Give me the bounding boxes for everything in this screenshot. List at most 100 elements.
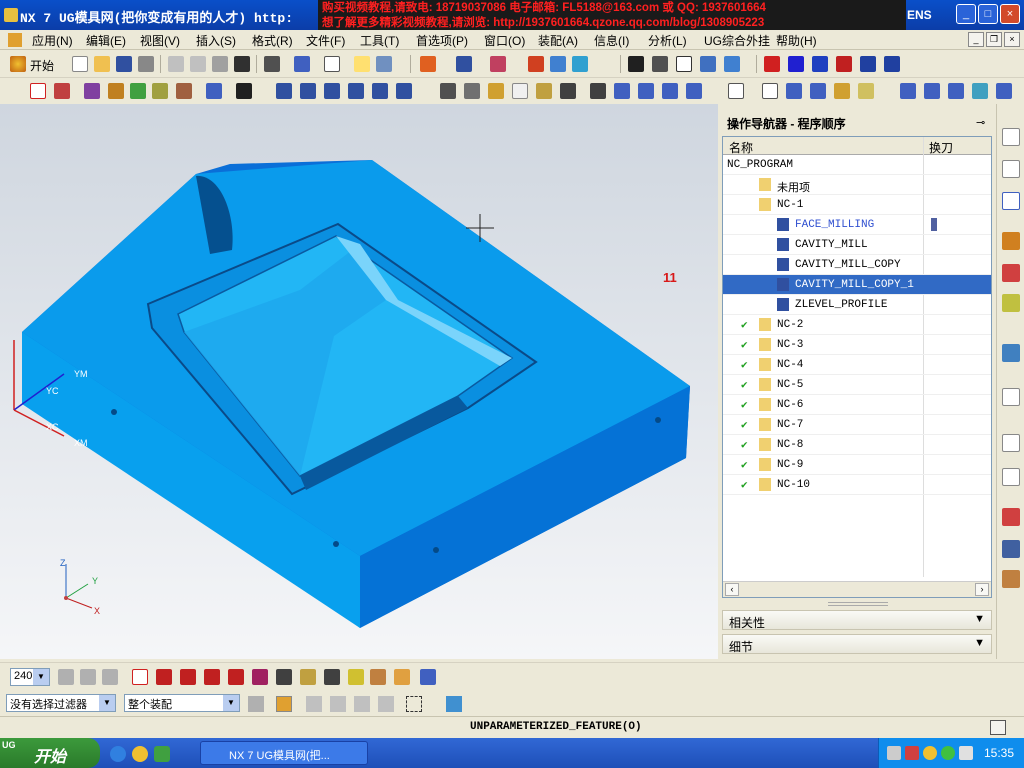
palette-icon[interactable]	[1002, 508, 1020, 526]
arrow-icon[interactable]	[306, 696, 322, 712]
help-icon[interactable]	[354, 56, 370, 72]
snap-center-icon[interactable]	[858, 83, 874, 99]
scroll-right-button[interactable]: ›	[975, 583, 989, 596]
view-4-icon[interactable]	[788, 56, 804, 72]
web-browser-icon[interactable]	[1002, 264, 1020, 282]
tree-row[interactable]: ✔ NC-3	[723, 335, 991, 355]
wcs-rotate-icon[interactable]	[180, 669, 196, 685]
feature-icon[interactable]	[560, 83, 576, 99]
section-icon[interactable]	[860, 56, 876, 72]
rect-select-icon[interactable]	[406, 696, 422, 712]
tray-volume-icon[interactable]	[959, 746, 973, 760]
mdi-minimize-button[interactable]: _	[968, 32, 984, 47]
delete-icon[interactable]	[234, 56, 250, 72]
report-icon[interactable]	[536, 83, 552, 99]
color-palette-icon[interactable]	[420, 56, 436, 72]
copy-operation-icon[interactable]	[300, 83, 316, 99]
measure-icon[interactable]	[528, 56, 544, 72]
column-header-name[interactable]: 名称	[729, 139, 753, 156]
edit-object-icon[interactable]	[420, 669, 436, 685]
paste-inside-icon[interactable]	[348, 83, 364, 99]
annotation-icon[interactable]	[394, 669, 410, 685]
layer-icon[interactable]	[376, 56, 392, 72]
chain-icon[interactable]	[354, 696, 370, 712]
shading-icon[interactable]	[550, 56, 566, 72]
menu-item-insert[interactable]: 插入(S)	[196, 32, 236, 49]
pin-icon[interactable]: ⊸	[976, 116, 985, 129]
view-rotate-icon[interactable]	[924, 83, 940, 99]
part-navigator-icon[interactable]	[1002, 160, 1020, 178]
dimension-icon[interactable]	[884, 56, 900, 72]
undo-icon[interactable]	[264, 56, 280, 72]
new-file-icon[interactable]	[72, 56, 88, 72]
taskbar-nx-window[interactable]: NX 7 UG模具网(把...	[200, 741, 368, 765]
geometry-icon[interactable]	[152, 83, 168, 99]
menu-item-help[interactable]: 帮助(H)	[776, 32, 817, 49]
link-icon[interactable]	[330, 696, 346, 712]
tray-network-icon[interactable]	[887, 746, 901, 760]
layer-settings-icon[interactable]	[58, 669, 74, 685]
save-icon[interactable]	[116, 56, 132, 72]
system-materials-icon[interactable]	[1002, 344, 1020, 362]
cylinder-icon[interactable]	[724, 56, 740, 72]
tree-row[interactable]: ✔ NC-10	[723, 475, 991, 495]
scroll-left-button[interactable]: ‹	[725, 583, 739, 596]
tree-row[interactable]: CAVITY_MILL	[723, 235, 991, 255]
render-icon[interactable]	[572, 56, 588, 72]
copy-icon[interactable]	[190, 56, 206, 72]
highlight-icon[interactable]	[348, 669, 364, 685]
assembly-navigator-icon[interactable]	[1002, 128, 1020, 146]
tree-row[interactable]: ✔ NC-7	[723, 415, 991, 435]
menu-item-window[interactable]: 窗口(O)	[484, 32, 525, 49]
method-view-icon[interactable]	[686, 83, 702, 99]
user-icon[interactable]	[1002, 570, 1020, 588]
snap-grid-icon[interactable]	[300, 669, 316, 685]
wcs-display-icon[interactable]	[252, 669, 268, 685]
menu-item-ug-plugin[interactable]: UG综合外挂	[704, 32, 770, 49]
view-n-icon[interactable]	[812, 56, 828, 72]
snap-point-icon[interactable]	[276, 696, 292, 712]
tree-row[interactable]: FACE_MILLING	[723, 215, 991, 235]
tray-update-icon[interactable]	[941, 746, 955, 760]
generate-toolpath-icon[interactable]	[30, 83, 46, 99]
information-icon[interactable]	[324, 56, 340, 72]
menu-item-edit[interactable]: 编辑(E)	[86, 32, 126, 49]
menu-item-format[interactable]: 格式(R)	[252, 32, 293, 49]
menu-item-assembly[interactable]: 装配(A)	[538, 32, 578, 49]
output-cls-icon[interactable]	[512, 83, 528, 99]
start-menu-label[interactable]: 开始	[30, 57, 54, 74]
roles-icon[interactable]	[1002, 468, 1020, 486]
tree-row[interactable]: 未用项	[723, 175, 991, 195]
program-view-icon[interactable]	[614, 83, 630, 99]
reuse-library-icon[interactable]	[1002, 232, 1020, 250]
tree-row[interactable]: ✔ NC-8	[723, 435, 991, 455]
view-orient-icon[interactable]	[996, 83, 1012, 99]
tool-view-icon[interactable]	[638, 83, 654, 99]
verify-toolpath-icon[interactable]	[54, 83, 70, 99]
splitter-grip[interactable]	[828, 602, 888, 606]
menu-item-apply[interactable]: 应用(N)	[32, 32, 73, 49]
navigator-icon[interactable]	[728, 83, 744, 99]
process-studio-icon[interactable]	[1002, 388, 1020, 406]
machine-tool-icon[interactable]	[84, 83, 100, 99]
tree-row[interactable]: ✔ NC-4	[723, 355, 991, 375]
tree-row[interactable]: NC_PROGRAM	[723, 155, 991, 175]
app-menu-icon[interactable]	[8, 33, 22, 47]
type-filter-select[interactable]: 没有选择过滤器 ▼	[6, 694, 116, 712]
view-triad-icon[interactable]	[446, 696, 462, 712]
object-icon[interactable]	[396, 83, 412, 99]
section-details[interactable]: 细节 ▼	[722, 634, 992, 654]
wcs-dynamic-icon[interactable]	[228, 669, 244, 685]
paste-operation-icon[interactable]	[324, 83, 340, 99]
program-group-icon[interactable]	[108, 83, 124, 99]
start-icon[interactable]	[10, 56, 26, 72]
tree-row[interactable]: ✔ NC-5	[723, 375, 991, 395]
menu-item-preferences[interactable]: 首选项(P)	[416, 32, 468, 49]
mdi-close-button[interactable]: ×	[1004, 32, 1020, 47]
tray-qq-icon[interactable]	[923, 746, 937, 760]
print-icon[interactable]	[138, 56, 154, 72]
transform-icon[interactable]	[372, 83, 388, 99]
connect-icon[interactable]	[378, 696, 394, 712]
datum-icon[interactable]	[490, 56, 506, 72]
snap-end-icon[interactable]	[810, 83, 826, 99]
